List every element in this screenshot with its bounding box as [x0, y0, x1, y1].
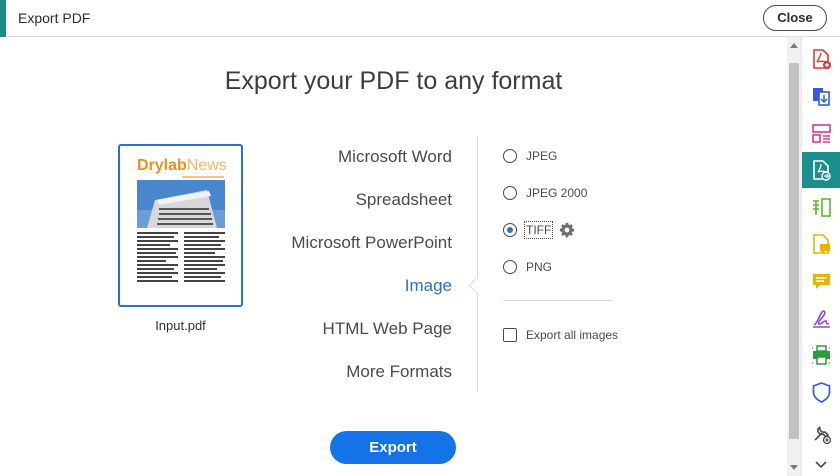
gear-icon[interactable]	[559, 222, 575, 238]
edit-pdf-tool[interactable]	[802, 189, 840, 225]
format-spreadsheet[interactable]: Spreadsheet	[356, 190, 452, 210]
page-title: Export your PDF to any format	[224, 67, 563, 95]
export-pdf-icon	[813, 160, 831, 181]
print-production-tool[interactable]	[802, 337, 840, 373]
radio-jpeg-2000[interactable]	[503, 186, 517, 200]
radio-png[interactable]	[503, 260, 517, 274]
combine-files-icon	[813, 88, 830, 106]
protect-icon	[812, 382, 831, 403]
scrollbar[interactable]	[787, 37, 801, 476]
thumbnail-photo	[137, 180, 225, 228]
thumbnail-text-column-right	[184, 232, 225, 292]
option-jpeg-2000-label: JPEG 2000	[526, 186, 588, 200]
protect-tool[interactable]	[802, 374, 840, 410]
option-png-label: PNG	[526, 260, 553, 274]
header-accent-bar	[0, 0, 6, 37]
more-tools-icon	[814, 426, 832, 444]
radio-jpeg[interactable]	[503, 149, 517, 163]
close-button[interactable]: Close	[763, 5, 827, 31]
thumbnail-subtitle-line	[182, 176, 224, 178]
scroll-up-icon[interactable]	[790, 43, 798, 48]
export-pdf-tool[interactable]	[802, 152, 840, 188]
scroll-thumb[interactable]	[789, 63, 799, 439]
more-tools-tool[interactable]	[802, 415, 840, 451]
print-production-icon	[812, 345, 831, 365]
format-image[interactable]: Image	[405, 276, 452, 296]
main-panel: Export your PDF to any format DrylabNews	[0, 37, 787, 476]
tools-rail	[801, 37, 840, 476]
organize-pages-icon	[812, 124, 831, 143]
radio-tiff[interactable]	[503, 223, 517, 237]
format-html-web-page[interactable]: HTML Web Page	[323, 319, 452, 339]
create-pdf-tool[interactable]	[802, 41, 840, 77]
format-microsoft-powerpoint[interactable]: Microsoft PowerPoint	[291, 233, 452, 253]
pdf-thumbnail[interactable]: DrylabNews	[118, 144, 243, 307]
edit-pdf-icon	[813, 198, 831, 217]
fill-sign-tool[interactable]	[802, 300, 840, 336]
sticky-note-tool[interactable]	[802, 263, 840, 299]
comment-icon	[813, 234, 830, 254]
options-divider	[503, 300, 612, 301]
option-tiff-label: TIFF	[523, 221, 554, 239]
header-title: Export PDF	[18, 10, 91, 26]
format-more-formats[interactable]: More Formats	[346, 362, 452, 382]
combine-files-tool[interactable]	[802, 78, 840, 114]
create-pdf-icon	[813, 49, 831, 69]
file-name: Input.pdf	[155, 318, 206, 333]
building-photo-icon	[137, 180, 225, 228]
thumbnail-logo-part1: Drylab	[137, 157, 187, 174]
scroll-down-icon[interactable]	[790, 465, 798, 470]
chevron-down-icon[interactable]	[814, 459, 828, 471]
export-button[interactable]: Export	[330, 431, 456, 464]
selection-pointer	[468, 277, 485, 294]
vertical-divider	[477, 136, 478, 392]
thumbnail-text-column-left	[137, 232, 178, 292]
export-all-images-label: Export all images	[526, 328, 619, 342]
export-all-images-checkbox[interactable]	[503, 328, 517, 342]
thumbnail-logo: DrylabNews	[137, 157, 227, 175]
fill-sign-icon	[813, 310, 830, 328]
option-jpeg-label: JPEG	[526, 149, 558, 163]
format-microsoft-word[interactable]: Microsoft Word	[338, 147, 452, 167]
dialog-header: Export PDF Close	[0, 0, 840, 37]
organize-pages-tool[interactable]	[802, 115, 840, 151]
sticky-note-icon	[813, 274, 830, 289]
thumbnail-logo-part2: News	[186, 157, 227, 174]
comment-tool[interactable]	[802, 226, 840, 262]
